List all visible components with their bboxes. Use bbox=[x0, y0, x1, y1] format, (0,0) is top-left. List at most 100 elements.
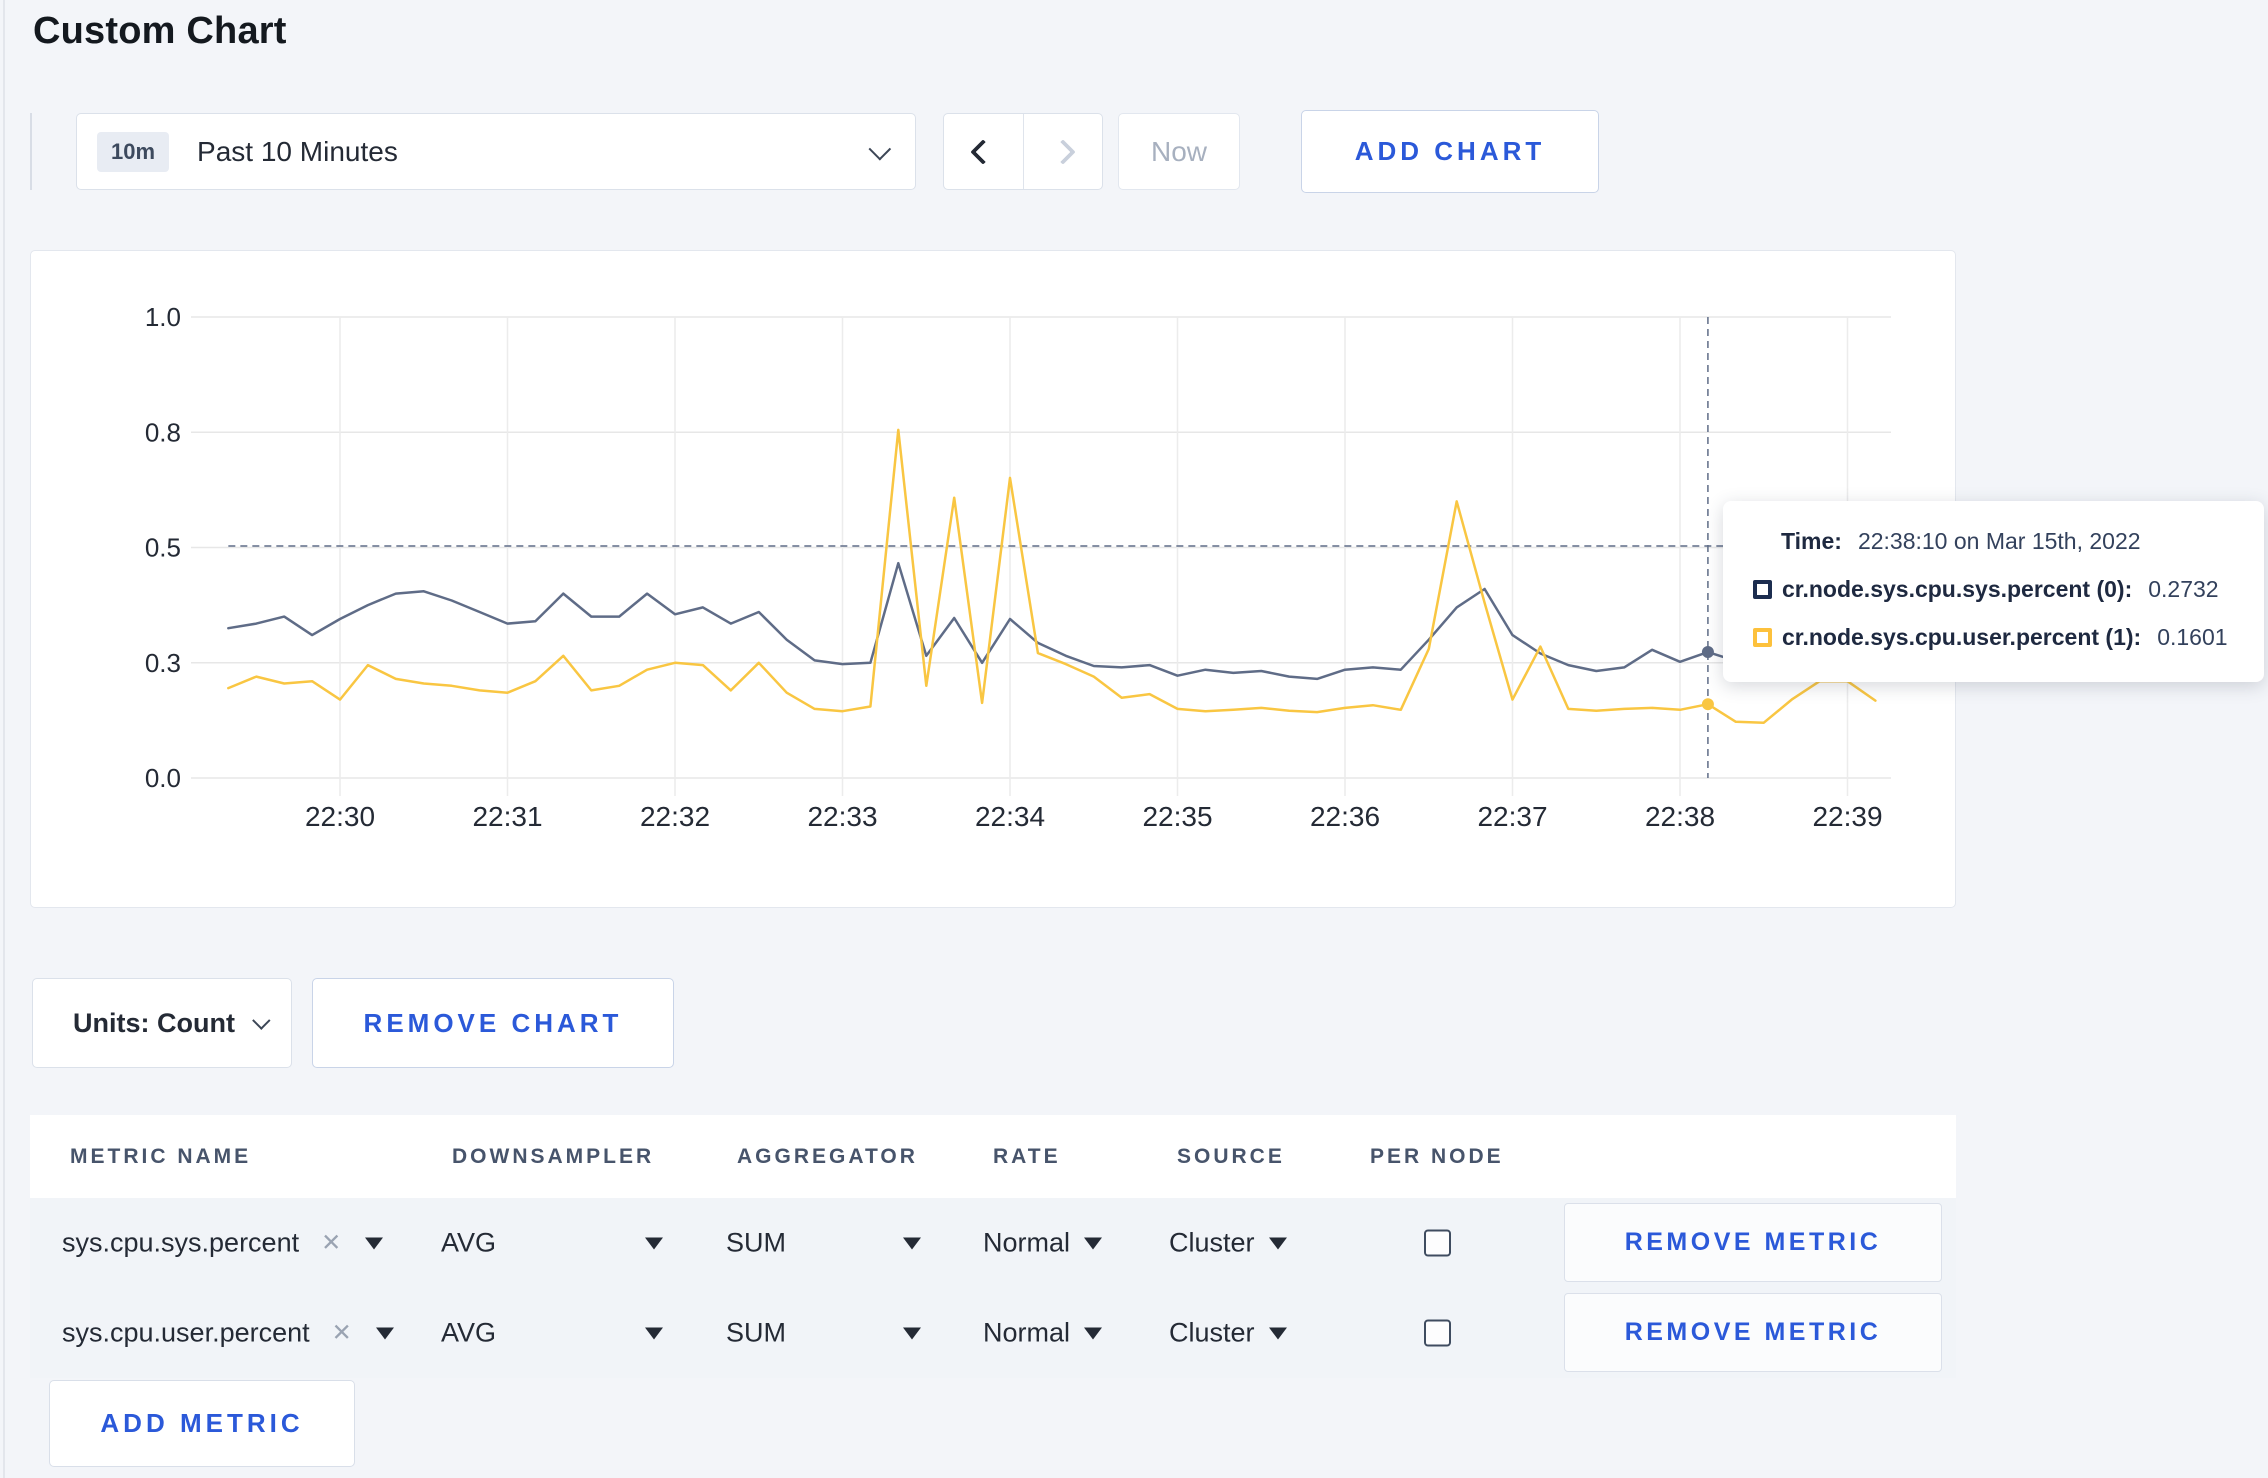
column-header-metric-name: METRIC NAME bbox=[70, 1144, 252, 1168]
column-header-downsampler: DOWNSAMPLER bbox=[452, 1144, 655, 1168]
dropdown-caret-icon bbox=[1268, 1237, 1287, 1249]
remove-metric-label: REMOVE METRIC bbox=[1624, 1318, 1882, 1346]
metric-name-text: sys.cpu.user.percent bbox=[62, 1317, 310, 1348]
window-left-border bbox=[3, 0, 5, 1478]
clear-metric-icon[interactable]: ✕ bbox=[332, 1319, 352, 1348]
y-axis-tick-label: 1.0 bbox=[145, 302, 181, 332]
y-axis-tick-label: 0.3 bbox=[145, 648, 181, 678]
downsampler-value: AVG bbox=[441, 1227, 497, 1258]
x-axis-tick-label: 22:36 bbox=[1310, 801, 1380, 832]
now-button[interactable]: Now bbox=[1118, 113, 1240, 190]
timeseries-chart[interactable]: 0.0 0.3 0.5 0.8 1.0 22:30 22:31 22:32 22:33 22:34… bbox=[31, 251, 1957, 909]
column-header-source: SOURCE bbox=[1177, 1144, 1285, 1168]
remove-chart-button[interactable]: REMOVE CHART bbox=[312, 978, 674, 1068]
custom-chart-page: { "page": { "title": "Custom Chart" }, "… bbox=[0, 0, 2268, 1478]
dropdown-caret-icon[interactable] bbox=[375, 1327, 394, 1339]
units-select[interactable]: Units: Count bbox=[32, 978, 292, 1068]
source-select[interactable]: Cluster bbox=[1169, 1318, 1287, 1349]
tooltip-series-row: cr.node.sys.cpu.sys.percent (0): 0.2732 bbox=[1753, 576, 2264, 603]
series-swatch-icon bbox=[1753, 628, 1772, 647]
column-header-per-node: PER NODE bbox=[1370, 1144, 1504, 1168]
tooltip-time-label: Time: bbox=[1781, 528, 1842, 554]
dropdown-caret-icon bbox=[903, 1237, 921, 1249]
time-range-select[interactable]: 10m Past 10 Minutes bbox=[76, 113, 916, 190]
series-swatch-icon bbox=[1753, 580, 1772, 599]
remove-metric-button[interactable]: REMOVE METRIC bbox=[1564, 1293, 1942, 1372]
clear-metric-icon[interactable]: ✕ bbox=[321, 1229, 341, 1258]
metric-table-row: sys.cpu.user.percent ✕ AVG SUM Normal Cl… bbox=[30, 1288, 1956, 1378]
chart-card: 0.0 0.3 0.5 0.8 1.0 22:30 22:31 22:32 22:33 22:34… bbox=[30, 250, 1956, 908]
source-value: Cluster bbox=[1169, 1227, 1255, 1258]
metric-name-cell[interactable]: sys.cpu.user.percent ✕ bbox=[62, 1318, 394, 1349]
x-axis-tick-label: 22:31 bbox=[472, 801, 542, 832]
metric-name-cell[interactable]: sys.cpu.sys.percent ✕ bbox=[62, 1227, 384, 1259]
add-chart-button[interactable]: ADD CHART bbox=[1301, 110, 1599, 193]
chevron-down-icon bbox=[868, 137, 892, 160]
source-value: Cluster bbox=[1169, 1317, 1255, 1348]
x-axis-tick-label: 22:39 bbox=[1812, 801, 1882, 832]
dropdown-caret-icon bbox=[1084, 1237, 1103, 1249]
downsampler-value: AVG bbox=[441, 1317, 497, 1348]
column-header-aggregator: AGGREGATOR bbox=[737, 1144, 918, 1168]
chevron-left-icon bbox=[970, 138, 996, 165]
tooltip-series-label: cr.node.sys.cpu.sys.percent (0): bbox=[1782, 576, 2133, 602]
page-title: Custom Chart bbox=[33, 10, 287, 52]
time-range-badge: 10m bbox=[97, 131, 170, 172]
x-axis-tick-label: 22:33 bbox=[807, 801, 877, 832]
x-axis-tick-label: 22:37 bbox=[1477, 801, 1547, 832]
metric-name-text: sys.cpu.sys.percent bbox=[62, 1227, 300, 1258]
per-node-checkbox[interactable] bbox=[1424, 1229, 1451, 1257]
tooltip-series-value: 0.1601 bbox=[2157, 624, 2228, 650]
tooltip-series-row: cr.node.sys.cpu.user.percent (1): 0.1601 bbox=[1753, 624, 2264, 651]
x-axis-tick-label: 22:32 bbox=[640, 801, 710, 832]
hover-point-marker-1 bbox=[1701, 698, 1714, 711]
tooltip-series-label: cr.node.sys.cpu.user.percent (1): bbox=[1782, 624, 2142, 650]
y-axis-tick-label: 0.8 bbox=[145, 417, 181, 447]
remove-metric-button[interactable]: REMOVE METRIC bbox=[1564, 1203, 1942, 1282]
rate-select[interactable]: Normal bbox=[983, 1227, 1103, 1259]
remove-metric-label: REMOVE METRIC bbox=[1624, 1228, 1882, 1256]
source-select[interactable]: Cluster bbox=[1169, 1228, 1287, 1259]
series-line-0 bbox=[227, 561, 1877, 681]
downsampler-select[interactable]: AVG bbox=[441, 1228, 663, 1259]
aggregator-select[interactable]: SUM bbox=[726, 1228, 921, 1259]
series-line-1 bbox=[227, 428, 1877, 724]
x-axis-tick-label: 22:35 bbox=[1142, 801, 1212, 832]
aggregator-value: SUM bbox=[726, 1317, 786, 1348]
time-nav-group bbox=[943, 113, 1103, 190]
metrics-table-header: METRIC NAME DOWNSAMPLER AGGREGATOR RATE SOUR… bbox=[30, 1115, 1956, 1198]
column-header-rate: RATE bbox=[993, 1144, 1061, 1168]
chevron-right-icon bbox=[1050, 138, 1076, 165]
chart-hover-tooltip: Time: 22:38:10 on Mar 15th, 2022 cr.node… bbox=[1723, 501, 2264, 682]
hover-point-marker-0 bbox=[1701, 646, 1714, 659]
rate-select[interactable]: Normal bbox=[983, 1317, 1103, 1349]
dropdown-caret-icon[interactable] bbox=[365, 1237, 384, 1249]
per-node-checkbox[interactable] bbox=[1424, 1319, 1451, 1347]
tooltip-series-value: 0.2732 bbox=[2148, 576, 2219, 602]
y-axis-tick-label: 0.5 bbox=[145, 533, 181, 563]
dropdown-caret-icon bbox=[645, 1327, 663, 1339]
x-axis-tick-label: 22:34 bbox=[975, 801, 1045, 832]
dropdown-caret-icon bbox=[1084, 1327, 1103, 1339]
chevron-down-icon bbox=[252, 1010, 271, 1030]
dropdown-caret-icon bbox=[645, 1237, 663, 1249]
rate-value: Normal bbox=[983, 1227, 1071, 1258]
aggregator-value: SUM bbox=[726, 1227, 786, 1258]
dropdown-caret-icon bbox=[1268, 1327, 1287, 1339]
tooltip-time-value: 22:38:10 on Mar 15th, 2022 bbox=[1857, 528, 2141, 554]
time-range-label: Past 10 Minutes bbox=[197, 135, 398, 167]
next-range-button[interactable] bbox=[1022, 114, 1103, 189]
toolbar-divider bbox=[30, 113, 32, 190]
downsampler-select[interactable]: AVG bbox=[441, 1318, 663, 1349]
x-axis-tick-label: 22:38 bbox=[1645, 801, 1715, 832]
tooltip-time-row: Time: 22:38:10 on Mar 15th, 2022 bbox=[1781, 528, 2264, 555]
rate-value: Normal bbox=[983, 1317, 1071, 1348]
x-axis-tick-label: 22:30 bbox=[305, 801, 375, 832]
add-metric-button[interactable]: ADD METRIC bbox=[49, 1380, 355, 1467]
aggregator-select[interactable]: SUM bbox=[726, 1318, 921, 1349]
y-axis-tick-label: 0.0 bbox=[145, 763, 181, 793]
dropdown-caret-icon bbox=[903, 1327, 921, 1339]
units-select-label: Units: Count bbox=[73, 1007, 235, 1038]
prev-range-button[interactable] bbox=[944, 114, 1023, 189]
metric-table-row: sys.cpu.sys.percent ✕ AVG SUM Normal Clu… bbox=[30, 1198, 1956, 1288]
